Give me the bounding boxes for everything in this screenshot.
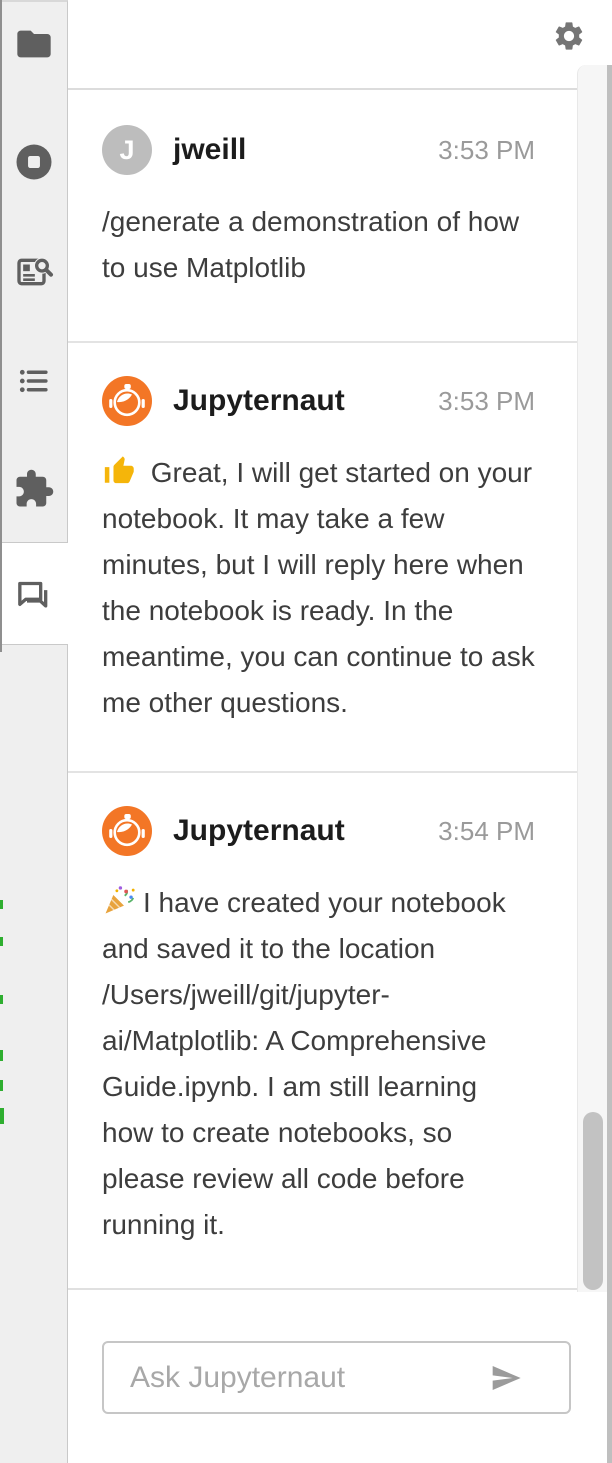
stop-circle-icon (13, 141, 55, 183)
settings-button[interactable] (552, 19, 586, 53)
window-left-edge (0, 0, 2, 652)
jupyternaut-avatar-icon (102, 806, 152, 856)
sidebar-tab-inspector[interactable] (0, 236, 67, 308)
message-timestamp: 3:53 PM (438, 134, 535, 165)
chat-message: Jupyternaut 3:54 PM I have created your … (68, 771, 612, 1288)
message-timestamp: 3:53 PM (438, 385, 535, 416)
message-text: I have created your notebook and saved i… (102, 880, 535, 1248)
jupyternaut-avatar-icon (102, 376, 152, 426)
message-sender: Jupyternaut (173, 384, 345, 417)
sidebar-tab-chat[interactable] (0, 560, 67, 632)
chat-footer (68, 1292, 612, 1463)
message-text: /generate a demonstration of how to use … (102, 206, 520, 283)
message-header: J jweill 3:53 PM (102, 125, 535, 175)
scrollbar-track[interactable] (577, 65, 607, 1292)
edge-mark (0, 937, 3, 946)
user-avatar: J (102, 125, 152, 175)
message-sender: jweill (173, 133, 247, 166)
chat-input[interactable] (104, 1360, 486, 1395)
gear-icon (552, 22, 586, 56)
chat-message: J jweill 3:53 PM /generate a demonstrati… (68, 92, 612, 341)
edge-mark (0, 1108, 4, 1124)
sidebar-tab-table-of-contents[interactable] (0, 345, 67, 417)
message-list: J jweill 3:53 PM /generate a demonstrati… (68, 92, 612, 1290)
chat-header (68, 0, 612, 90)
edge-mark (0, 995, 3, 1004)
activity-bar-lower (0, 644, 68, 1463)
puzzle-icon (13, 468, 55, 510)
chat-input-box[interactable] (102, 1341, 571, 1414)
folder-icon (14, 24, 54, 64)
edge-mark (0, 900, 3, 909)
sidebar-tab-extensions[interactable] (0, 453, 67, 525)
message-header: Jupyternaut 3:54 PM (102, 806, 535, 856)
window-right-edge (607, 65, 612, 1463)
message-timestamp: 3:54 PM (438, 815, 535, 846)
thumbs-up-emoji-icon (102, 453, 136, 487)
sidebar-tab-file-browser[interactable] (0, 8, 67, 80)
send-button[interactable] (486, 1362, 526, 1394)
edge-mark (0, 1080, 3, 1091)
chat-message: Jupyternaut 3:53 PM Great, I will get st… (68, 341, 612, 771)
sidebar-tab-running-sessions[interactable] (0, 126, 67, 198)
message-text: Great, I will get started on your notebo… (102, 450, 535, 726)
edge-mark (0, 1050, 3, 1061)
list-icon (15, 362, 53, 400)
document-search-icon (14, 252, 54, 292)
avatar-letter: J (119, 134, 135, 165)
send-icon (486, 1365, 526, 1397)
message-sender: Jupyternaut (173, 814, 345, 847)
scrollbar-thumb[interactable] (583, 1112, 603, 1290)
message-header: Jupyternaut 3:53 PM (102, 376, 535, 426)
chat-panel: J jweill 3:53 PM /generate a demonstrati… (68, 0, 612, 1463)
chat-icon (14, 576, 54, 616)
party-popper-emoji-icon (102, 883, 136, 917)
